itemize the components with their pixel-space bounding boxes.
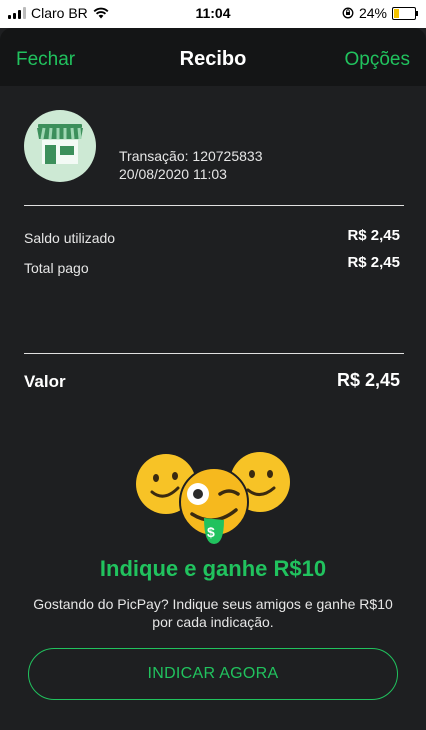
orientation-lock-icon <box>342 7 354 19</box>
store-icon <box>37 124 83 164</box>
nav-bar: Fechar Recibo Opções <box>0 28 426 86</box>
transaction-date: 20/08/2020 11:03 <box>119 166 227 182</box>
status-right: 24% <box>342 5 418 21</box>
row-label-total: Total pago <box>24 260 89 276</box>
transaction-id: Transação: 120725833 <box>119 148 263 164</box>
emoji-illustration: $ <box>130 448 300 548</box>
promo-text: Gostando do PicPay? Indique seus amigos … <box>33 596 393 630</box>
promo-title: Indique e ganhe R$10 <box>99 556 327 581</box>
battery-percent: 24% <box>358 5 387 21</box>
refer-now-button[interactable]: INDICAR AGORA <box>28 648 398 700</box>
divider-bottom <box>24 353 404 354</box>
battery-icon <box>392 6 418 20</box>
total-value: R$ 2,45 <box>336 370 400 390</box>
row-value-total: R$ 2,45 <box>347 254 400 271</box>
status-bar: Claro BR 11:04 24% <box>0 0 426 28</box>
store-avatar <box>24 110 96 182</box>
dollar-icon: $ <box>207 524 215 540</box>
divider-top <box>24 205 404 206</box>
options-button[interactable]: Opções <box>345 49 410 71</box>
total-label: Valor <box>24 372 66 391</box>
row-value-saldo: R$ 2,45 <box>347 227 400 244</box>
row-label-saldo: Saldo utilizado <box>24 230 116 246</box>
